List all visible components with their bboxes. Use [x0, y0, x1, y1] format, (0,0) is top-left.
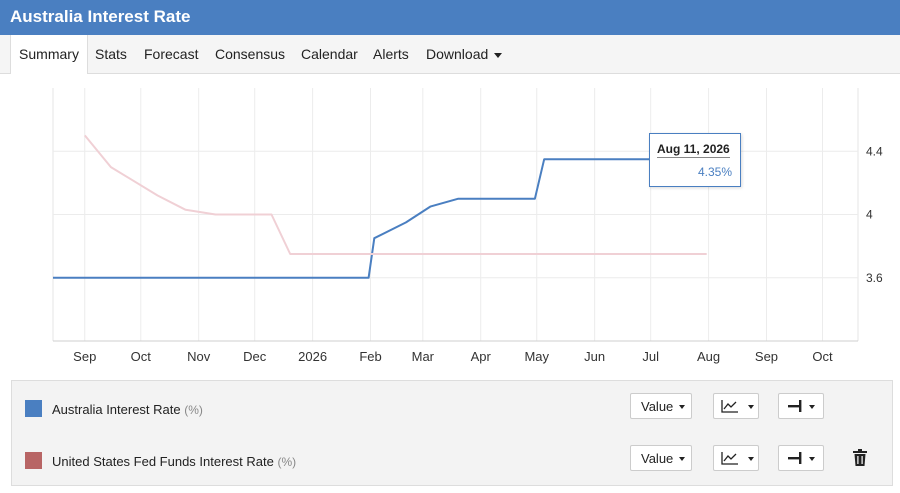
tab-label: Download	[426, 46, 489, 62]
tab-bar: Summary Stats Forecast Consensus Calenda…	[0, 35, 900, 74]
tab-calendar[interactable]: Calendar	[301, 35, 358, 73]
series-name-text: Australia Interest Rate	[52, 402, 181, 417]
chevron-down-icon	[809, 457, 815, 461]
axis-select[interactable]	[778, 445, 824, 471]
chart-tooltip: Aug 11, 2026 4.35%	[649, 133, 741, 187]
axis-side-icon	[788, 452, 802, 464]
value-select[interactable]: Value	[630, 445, 692, 471]
series-unit: (%)	[184, 403, 203, 417]
series-unit: (%)	[277, 455, 297, 469]
x-tick-label: May	[524, 349, 549, 364]
trash-icon[interactable]	[853, 449, 867, 466]
chevron-down-icon	[748, 405, 754, 409]
y-tick-label: 4.4	[866, 144, 883, 158]
series-line-us-fed	[84, 134, 707, 255]
series-name: Australia Interest Rate (%)	[52, 402, 203, 417]
chevron-down-icon	[748, 457, 754, 461]
x-tick-label: Oct	[812, 349, 833, 364]
value-select-label: Value	[641, 399, 674, 414]
tab-label: Consensus	[215, 46, 286, 62]
x-tick-label: Oct	[131, 349, 152, 364]
series-name-text: United States Fed Funds Interest Rate	[52, 454, 274, 469]
series-color-swatch[interactable]	[25, 400, 42, 417]
tab-alerts[interactable]: Alerts	[373, 35, 409, 73]
chevron-down-icon	[809, 405, 815, 409]
legend-row: United States Fed Funds Interest Rate (%…	[12, 441, 892, 481]
tooltip-date: Aug 11, 2026	[657, 142, 730, 158]
x-tick-label: Apr	[471, 349, 492, 364]
app-header: Australia Interest Rate	[0, 0, 900, 35]
line-chart: Sep Oct Nov Dec 2026 Feb Mar Apr May Jun Jul Aug Sep…	[52, 88, 883, 364]
value-select-label: Value	[641, 451, 674, 466]
line-chart-icon	[721, 400, 738, 413]
axis-side-icon	[788, 400, 802, 412]
x-tick-label: Jul	[642, 349, 659, 364]
page-title: Australia Interest Rate	[10, 7, 191, 26]
y-tick-label: 4	[866, 208, 873, 222]
chevron-down-icon	[679, 457, 685, 461]
y-tick-label: 3.6	[866, 271, 883, 285]
value-select[interactable]: Value	[630, 393, 692, 419]
line-chart-icon	[721, 452, 738, 465]
x-tick-label: Nov	[187, 349, 211, 364]
series-legend: Australia Interest Rate (%) Value United…	[11, 380, 893, 486]
x-tick-label: Feb	[359, 349, 381, 364]
tab-label: Forecast	[144, 46, 199, 62]
x-tick-label: Jun	[584, 349, 605, 364]
chevron-down-icon	[679, 405, 685, 409]
x-tick-label: 2026	[298, 349, 327, 364]
x-tick-label: Mar	[412, 349, 435, 364]
tab-download[interactable]: Download	[426, 35, 503, 73]
tooltip-value: 4.35%	[697, 165, 732, 179]
x-tick-label: Aug	[697, 349, 720, 364]
chart-type-select[interactable]	[713, 393, 759, 419]
axis-select[interactable]	[778, 393, 824, 419]
x-tick-label: Sep	[755, 349, 778, 364]
series-color-swatch[interactable]	[25, 452, 42, 469]
tab-label: Alerts	[373, 46, 409, 62]
chart-area: Sep Oct Nov Dec 2026 Feb Mar Apr May Jun Jul Aug Sep…	[0, 73, 900, 378]
tab-label: Calendar	[301, 46, 358, 62]
series-line-australia	[53, 158, 728, 279]
tab-label: Summary	[19, 46, 79, 62]
tab-summary[interactable]: Summary	[10, 35, 88, 74]
tab-stats[interactable]: Stats	[95, 35, 127, 73]
tab-label: Stats	[95, 46, 127, 62]
chevron-down-icon	[494, 52, 503, 58]
series-name: United States Fed Funds Interest Rate (%…	[52, 454, 296, 469]
legend-row: Australia Interest Rate (%) Value	[12, 389, 892, 429]
x-tick-label: Sep	[73, 349, 96, 364]
tab-forecast[interactable]: Forecast	[144, 35, 198, 73]
chart-type-select[interactable]	[713, 445, 759, 471]
tab-consensus[interactable]: Consensus	[215, 35, 285, 73]
x-tick-label: Dec	[243, 349, 267, 364]
